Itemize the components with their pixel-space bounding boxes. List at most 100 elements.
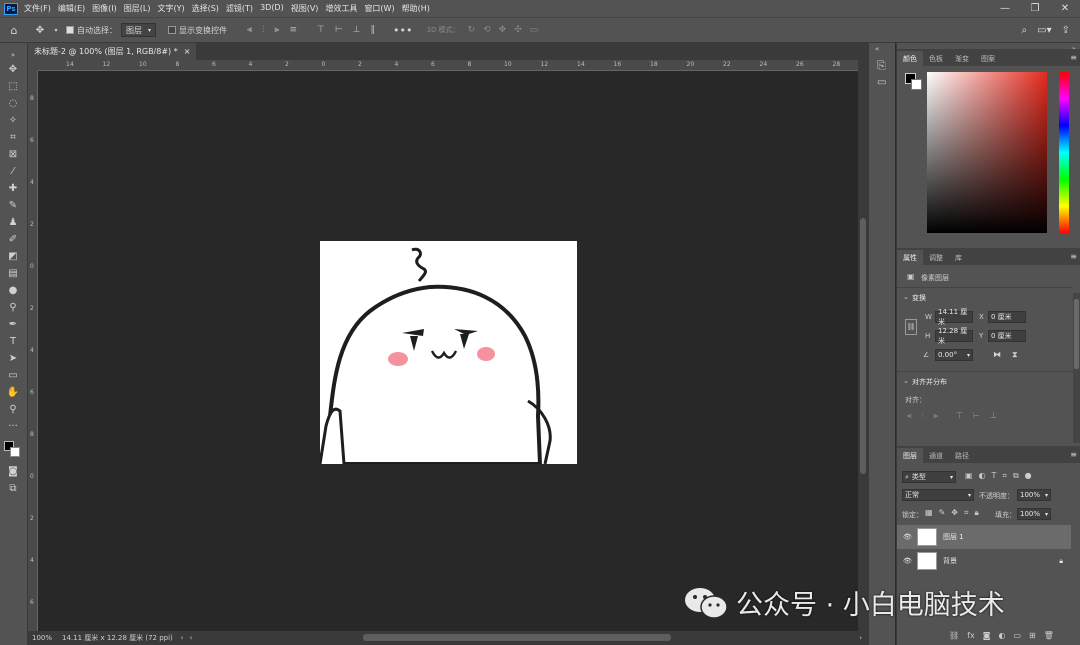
- layer-style-icon[interactable]: fx: [967, 631, 975, 640]
- align-top-icon[interactable]: ⊤: [956, 411, 963, 421]
- menu-item[interactable]: 窗口(W): [364, 3, 394, 14]
- lock-all-icon[interactable]: 🔒︎: [974, 508, 978, 518]
- flip-horizontal-icon[interactable]: ⧓: [993, 350, 1001, 359]
- chevron-right-icon[interactable]: ›: [181, 634, 184, 642]
- vertical-scrollbar[interactable]: [858, 60, 868, 631]
- panel-menu-icon[interactable]: ≡: [1070, 252, 1077, 261]
- layer-row[interactable]: 👁︎ 背景 🔒︎: [897, 549, 1071, 573]
- lock-artboard-icon[interactable]: ⌗: [964, 508, 969, 518]
- zoom-level[interactable]: 100%: [32, 634, 52, 642]
- tab-color[interactable]: 颜色: [897, 51, 923, 66]
- 3d-camera-icon[interactable]: ▭: [530, 25, 539, 35]
- more-options-icon[interactable]: •••: [393, 22, 412, 38]
- chevron-right-icon[interactable]: ›: [859, 634, 862, 642]
- collapse-icon[interactable]: «: [875, 45, 879, 53]
- height-field[interactable]: 12.28 厘米: [935, 327, 973, 345]
- more-tools-icon[interactable]: ···: [5, 419, 21, 433]
- tab-layers[interactable]: 图层: [897, 448, 923, 463]
- brush-tool-icon[interactable]: ✎: [5, 198, 21, 212]
- magic-wand-icon[interactable]: ✧: [5, 113, 21, 127]
- move-tool-icon[interactable]: ✥: [28, 22, 52, 38]
- canvas-area[interactable]: [38, 71, 858, 631]
- shape-filter-icon[interactable]: ⌗: [1002, 471, 1007, 481]
- share-icon[interactable]: ⇪: [1062, 25, 1070, 36]
- tab-libraries[interactable]: 库: [949, 250, 968, 265]
- distribute-vertical-icon[interactable]: ‖: [371, 25, 376, 35]
- auto-select-checkbox[interactable]: 自动选择：: [66, 22, 117, 38]
- marquee-tool-icon[interactable]: ⬚: [5, 79, 21, 93]
- hue-slider[interactable]: [1059, 72, 1069, 233]
- layer-row[interactable]: 👁︎ 图层 1: [897, 525, 1071, 549]
- add-mask-icon[interactable]: ◙: [983, 631, 991, 640]
- blend-mode-dropdown[interactable]: 正常 ▾: [902, 489, 974, 501]
- 3d-roll-icon[interactable]: ⟲: [483, 25, 491, 35]
- 3d-slide-icon[interactable]: ✣: [514, 25, 522, 35]
- color-field[interactable]: [927, 72, 1047, 233]
- adjustment-filter-icon[interactable]: ◐: [979, 471, 986, 481]
- panel-menu-icon[interactable]: ≡: [1070, 53, 1077, 62]
- path-selection-icon[interactable]: ➤: [5, 351, 21, 365]
- 3d-orbit-icon[interactable]: ↻: [468, 25, 476, 35]
- horizontal-scroll-thumb[interactable]: [363, 634, 671, 641]
- minimize-button[interactable]: —: [990, 3, 1020, 14]
- eyedropper-icon[interactable]: ⁄: [5, 164, 21, 178]
- blur-tool-icon[interactable]: ●: [5, 283, 21, 297]
- menu-item[interactable]: 3D(D): [260, 3, 284, 14]
- gradient-tool-icon[interactable]: ▤: [5, 266, 21, 280]
- new-group-icon[interactable]: ▭: [1013, 631, 1021, 640]
- history-brush-icon[interactable]: ✐: [5, 232, 21, 246]
- align-right-icon[interactable]: ⫸: [274, 25, 279, 35]
- background-color-swatch[interactable]: [911, 79, 922, 90]
- comment-icon[interactable]: ▭: [877, 77, 886, 88]
- tab-gradients[interactable]: 渐变: [949, 51, 975, 66]
- vertical-scroll-thumb[interactable]: [860, 218, 866, 474]
- menu-item[interactable]: 文件(F): [24, 3, 51, 14]
- link-layers-icon[interactable]: ⛓: [949, 631, 959, 640]
- distribute-icon[interactable]: ≡: [289, 25, 297, 35]
- healing-brush-icon[interactable]: ✚: [5, 181, 21, 195]
- workspace-icon[interactable]: ▭▾: [1037, 25, 1051, 36]
- collapse-icon[interactable]: »: [5, 48, 21, 62]
- align-top-icon[interactable]: ⊤: [317, 25, 325, 35]
- align-middle-icon[interactable]: ⊢: [335, 25, 343, 35]
- rectangle-tool-icon[interactable]: ▭: [5, 368, 21, 382]
- background-color-swatch[interactable]: [10, 447, 20, 457]
- filter-toggle-icon[interactable]: ●: [1025, 471, 1032, 481]
- menu-item[interactable]: 视图(V): [291, 3, 319, 14]
- properties-scrollbar[interactable]: [1073, 293, 1080, 443]
- opacity-field[interactable]: 100% ▾: [1017, 489, 1051, 501]
- menu-item[interactable]: 图层(L): [124, 3, 151, 14]
- eraser-tool-icon[interactable]: ◩: [5, 249, 21, 263]
- show-transform-checkbox[interactable]: 显示变换控件: [168, 22, 227, 38]
- adjustment-layer-icon[interactable]: ◐: [998, 631, 1005, 640]
- layer-filter-dropdown[interactable]: ⌕ 类型 ▾: [902, 471, 956, 483]
- menu-item[interactable]: 增效工具: [325, 3, 357, 14]
- move-tool-icon[interactable]: ✥: [5, 62, 21, 76]
- search-icon[interactable]: ⌕: [1022, 25, 1028, 36]
- hand-tool-icon[interactable]: ✋: [5, 385, 21, 399]
- auto-select-dropdown[interactable]: 图层 ▾: [121, 23, 157, 37]
- align-right-icon[interactable]: ⫸: [934, 411, 939, 421]
- pen-tool-icon[interactable]: ✒: [5, 317, 21, 331]
- document-tab[interactable]: 未标题-2 @ 100% (图层 1, RGB/8#) * ×: [28, 43, 197, 60]
- tab-channels[interactable]: 通道: [923, 448, 949, 463]
- chevron-down-icon[interactable]: ⌄: [903, 293, 909, 301]
- chevron-down-icon[interactable]: ⌄: [903, 377, 909, 385]
- type-filter-icon[interactable]: T: [992, 471, 997, 481]
- close-tab-icon[interactable]: ×: [184, 47, 191, 56]
- 3d-pan-icon[interactable]: ✥: [499, 25, 507, 35]
- chevron-down-icon[interactable]: ▾: [52, 22, 60, 38]
- tab-patterns[interactable]: 图案: [975, 51, 1001, 66]
- screen-mode-icon[interactable]: ⧉: [5, 481, 21, 495]
- properties-scroll-thumb[interactable]: [1074, 299, 1079, 369]
- zoom-tool-icon[interactable]: ⚲: [5, 402, 21, 416]
- tab-adjustments[interactable]: 调整: [923, 250, 949, 265]
- eye-icon[interactable]: 👁︎: [903, 533, 913, 541]
- tab-properties[interactable]: 属性: [897, 250, 923, 265]
- lock-position-icon[interactable]: ✥: [951, 508, 958, 518]
- fill-field[interactable]: 100% ▾: [1017, 508, 1051, 520]
- x-field[interactable]: 0 厘米: [988, 311, 1026, 323]
- align-center-icon[interactable]: ⫶: [922, 411, 924, 421]
- align-left-icon[interactable]: ⫷: [907, 411, 912, 421]
- chevron-left-icon[interactable]: ‹: [190, 634, 193, 642]
